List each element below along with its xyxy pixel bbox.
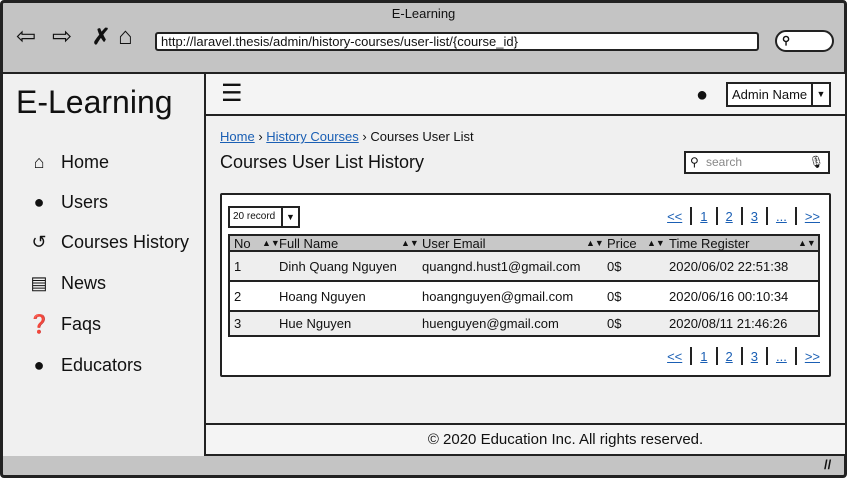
pagination-top: << 1 2 3 ... >> — [659, 207, 828, 225]
chevron-right-icon: › — [258, 129, 263, 144]
sort-icon[interactable]: ▲▼ — [586, 238, 604, 248]
chevron-down-icon: ▼ — [281, 208, 298, 226]
user-icon: ● — [33, 191, 45, 212]
col-full-name[interactable]: Full Name — [279, 236, 338, 251]
resize-grip-icon[interactable]: // — [824, 457, 831, 472]
url-bar[interactable]: http://laravel.thesis/admin/history-cour… — [155, 32, 759, 51]
sidebar-item-label: Users — [61, 191, 109, 212]
page-last[interactable]: >> — [797, 209, 828, 224]
logo: E-Learning — [16, 84, 173, 120]
search-icon: ⚲ — [782, 35, 791, 47]
page-1[interactable]: 1 — [692, 349, 715, 364]
records-value: 20 record — [233, 211, 276, 222]
footer: © 2020 Education Inc. All rights reserve… — [206, 423, 845, 456]
sidebar — [3, 72, 206, 456]
sort-icon[interactable]: ▲▼ — [262, 238, 280, 248]
breadcrumb-history-courses[interactable]: History Courses — [266, 129, 358, 144]
close-icon[interactable]: ✗ — [92, 24, 110, 50]
table-header: No ▲▼ Full Name ▲▼ User Email ▲▼ Price ▲▼ Ti… — [230, 236, 818, 252]
page-3[interactable]: 3 — [743, 209, 766, 224]
cell-name: Dinh Quang Nguyen — [279, 258, 397, 274]
breadcrumb-current: Courses User List — [370, 129, 474, 144]
cell-time: 2020/06/02 22:51:38 — [669, 258, 789, 274]
records-per-page-select[interactable]: 20 record ▼ — [228, 206, 300, 228]
search-placeholder: search — [706, 155, 743, 169]
admin-name: Admin Name — [732, 87, 808, 102]
search-icon: ⚲ — [690, 155, 699, 169]
page-more[interactable]: ... — [768, 209, 795, 224]
cell-email: quangnd.hust1@gmail.com — [422, 258, 581, 274]
sidebar-item-label: Home — [61, 151, 110, 172]
table-row[interactable]: 2 Hoang Nguyen hoangnguyen@gmail.com 0$ 2020… — [230, 282, 818, 312]
browser-search[interactable]: ⚲ — [775, 30, 834, 52]
history-icon: ↺ — [31, 231, 47, 252]
table-row[interactable]: 1 Dinh Quang Nguyen quangnd.hust1@gmail.co… — [230, 252, 818, 282]
forward-icon[interactable]: ⇨ — [52, 24, 72, 50]
sort-icon[interactable]: ▲▼ — [798, 238, 816, 248]
newspaper-icon: ▤ — [30, 272, 48, 293]
cell-name: Hoang Nguyen — [279, 288, 366, 304]
user-icon: ● — [33, 354, 45, 375]
sidebar-item-label: Courses History — [61, 231, 190, 252]
cell-no: 2 — [234, 288, 242, 304]
users-table: No ▲▼ Full Name ▲▼ User Email ▲▼ Price ▲▼ Ti… — [228, 234, 820, 337]
cell-time: 2020/08/11 21:46:26 — [669, 316, 788, 331]
page-2[interactable]: 2 — [718, 209, 741, 224]
sort-icon[interactable]: ▲▼ — [647, 238, 665, 248]
microphone-icon: 🎙 — [808, 155, 824, 169]
page-title: Courses User List History — [220, 152, 425, 172]
sidebar-item-label: Educators — [61, 354, 143, 375]
chevron-right-icon: › — [362, 129, 367, 144]
sort-icon[interactable]: ▲▼ — [401, 238, 419, 248]
col-no[interactable]: No — [234, 236, 251, 251]
col-user-email[interactable]: User Email — [422, 236, 486, 251]
user-icon: ● — [696, 84, 709, 106]
cell-no: 1 — [234, 258, 242, 274]
col-time-register[interactable]: Time Register — [669, 236, 749, 251]
chevron-down-icon: ▼ — [811, 84, 829, 105]
sidebar-item-faqs[interactable]: ❓ Faqs — [28, 309, 101, 339]
sidebar-item-home[interactable]: ⌂ Home — [28, 147, 109, 177]
sidebar-item-label: News — [61, 272, 107, 293]
breadcrumb-home[interactable]: Home — [220, 129, 255, 144]
cell-price: 0$ — [607, 316, 622, 331]
question-circle-icon: ❓ — [28, 313, 51, 334]
cell-name: Hue Nguyen — [279, 316, 352, 331]
col-price[interactable]: Price — [607, 236, 637, 251]
sidebar-item-label: Faqs — [61, 313, 102, 334]
sidebar-item-courses-history[interactable]: ↺ Courses History — [28, 227, 189, 257]
search-input[interactable]: ⚲ search 🎙 — [684, 151, 830, 174]
cell-price: 0$ — [607, 258, 622, 274]
page-2[interactable]: 2 — [718, 349, 741, 364]
sidebar-item-users[interactable]: ● Users — [28, 187, 108, 217]
sidebar-item-educators[interactable]: ● Educators — [28, 350, 142, 380]
page-last[interactable]: >> — [797, 349, 828, 364]
cell-time: 2020/06/16 00:10:34 — [669, 288, 789, 304]
back-icon[interactable]: ⇦ — [16, 24, 36, 50]
pagination-bottom: << 1 2 3 ... >> — [659, 347, 828, 365]
admin-dropdown[interactable]: Admin Name ▼ — [726, 82, 831, 107]
hamburger-menu-icon[interactable]: ☰ — [221, 82, 243, 106]
page-first[interactable]: << — [659, 349, 690, 364]
home-icon[interactable]: ⌂ — [118, 24, 133, 50]
table-row[interactable]: 3 Hue Nguyen huenguyen@gmail.com 0$ 2020/08/… — [230, 312, 818, 335]
breadcrumb: Home › History Courses › Courses User Li… — [220, 129, 474, 144]
cell-no: 3 — [234, 316, 242, 331]
home-icon: ⌂ — [33, 151, 45, 172]
window-title: E-Learning — [391, 6, 456, 21]
page-first[interactable]: << — [659, 209, 690, 224]
page-1[interactable]: 1 — [692, 209, 715, 224]
sidebar-item-news[interactable]: ▤ News — [28, 268, 106, 298]
cell-price: 0$ — [607, 288, 622, 304]
page-3[interactable]: 3 — [743, 349, 766, 364]
cell-email: hoangnguyen@gmail.com — [422, 288, 574, 304]
page-more[interactable]: ... — [768, 349, 795, 364]
cell-email: huenguyen@gmail.com — [422, 316, 559, 331]
